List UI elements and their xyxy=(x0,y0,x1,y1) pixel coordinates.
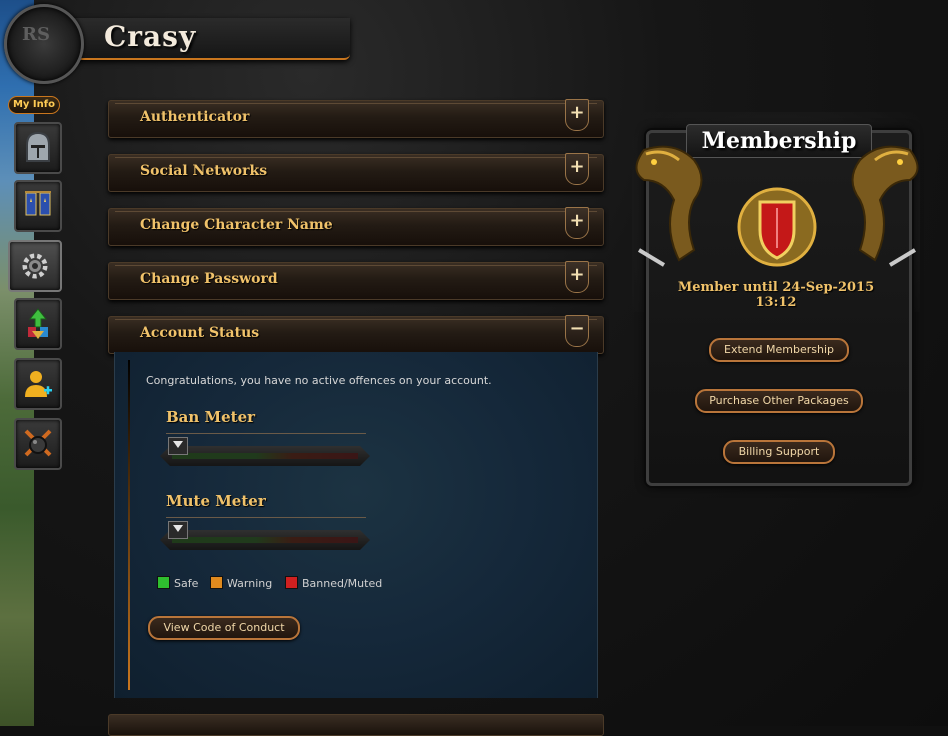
nav-button-settings[interactable] xyxy=(8,240,62,292)
legend-safe: Safe xyxy=(157,576,198,590)
expand-button[interactable]: + xyxy=(565,99,589,131)
legend-label: Warning xyxy=(227,577,273,590)
ban-meter-title: Ban Meter xyxy=(166,408,256,426)
avatar-text: RS xyxy=(22,24,50,45)
section-authenticator[interactable]: Authenticator + xyxy=(108,99,604,138)
section-label: Change Character Name xyxy=(140,217,333,233)
ban-meter-marker xyxy=(168,437,188,455)
banner-icon xyxy=(25,191,51,216)
expand-button[interactable]: + xyxy=(565,207,589,239)
status-message: Congratulations, you have no active offe… xyxy=(146,374,492,387)
right-dragon-icon xyxy=(851,145,919,267)
nav-button-helmet[interactable] xyxy=(14,122,62,174)
expand-button[interactable]: + xyxy=(565,153,589,185)
gear-icon xyxy=(22,253,48,279)
status-divider xyxy=(128,360,130,690)
gem-upgrade-icon xyxy=(28,308,48,339)
mute-meter-rule xyxy=(166,517,366,518)
header: RS Crasy xyxy=(0,0,350,84)
section-change-character-name[interactable]: Change Character Name + xyxy=(108,207,604,246)
ban-meter-rule xyxy=(166,433,366,434)
nav-button-banner[interactable] xyxy=(14,180,62,232)
membership-expiry: Member until 24-Sep-2015 13:12 xyxy=(677,280,875,310)
section-change-password[interactable]: Change Password + xyxy=(108,261,604,300)
purchase-other-packages-button[interactable]: Purchase Other Packages xyxy=(695,389,863,413)
section-label: Authenticator xyxy=(140,109,250,125)
view-code-of-conduct-button[interactable]: View Code of Conduct xyxy=(148,616,300,640)
membership-crest-icon xyxy=(737,187,817,267)
mute-meter-marker xyxy=(168,521,188,539)
username: Crasy xyxy=(104,20,197,53)
bomb-icon xyxy=(24,429,52,457)
collapse-button[interactable]: − xyxy=(565,315,589,347)
legend-label: Safe xyxy=(174,577,199,590)
legend-label: Banned/Muted xyxy=(302,577,383,590)
mute-meter-title: Mute Meter xyxy=(166,492,266,510)
ban-meter-fill xyxy=(172,453,358,459)
mute-meter xyxy=(160,530,370,550)
section-label: Social Networks xyxy=(140,163,268,179)
mute-meter-fill xyxy=(172,537,358,543)
legend-swatch-banned xyxy=(285,576,298,589)
section-social-networks[interactable]: Social Networks + xyxy=(108,153,604,192)
nav-button-activities[interactable] xyxy=(14,418,62,470)
ban-meter xyxy=(160,446,370,466)
my-info-tab[interactable]: My Info xyxy=(8,96,60,114)
expand-button[interactable]: + xyxy=(565,261,589,293)
extend-membership-button[interactable]: Extend Membership xyxy=(709,338,849,362)
legend-swatch-warning xyxy=(210,576,223,589)
section-label: Change Password xyxy=(140,271,278,287)
billing-support-button[interactable]: Billing Support xyxy=(723,440,835,464)
legend-banned-muted: Banned/Muted xyxy=(285,576,382,590)
legend-swatch-safe xyxy=(157,576,170,589)
nav-button-upgrades[interactable] xyxy=(14,298,62,350)
section-label: Account Status xyxy=(140,325,260,341)
helmet-icon xyxy=(26,131,50,162)
add-friend-icon xyxy=(25,371,52,397)
nav-button-friends[interactable] xyxy=(14,358,62,410)
section-next-partial[interactable] xyxy=(108,714,604,736)
legend-warning: Warning xyxy=(210,576,272,590)
section-account-status[interactable]: Account Status − xyxy=(108,315,604,354)
left-dragon-icon xyxy=(635,145,703,267)
